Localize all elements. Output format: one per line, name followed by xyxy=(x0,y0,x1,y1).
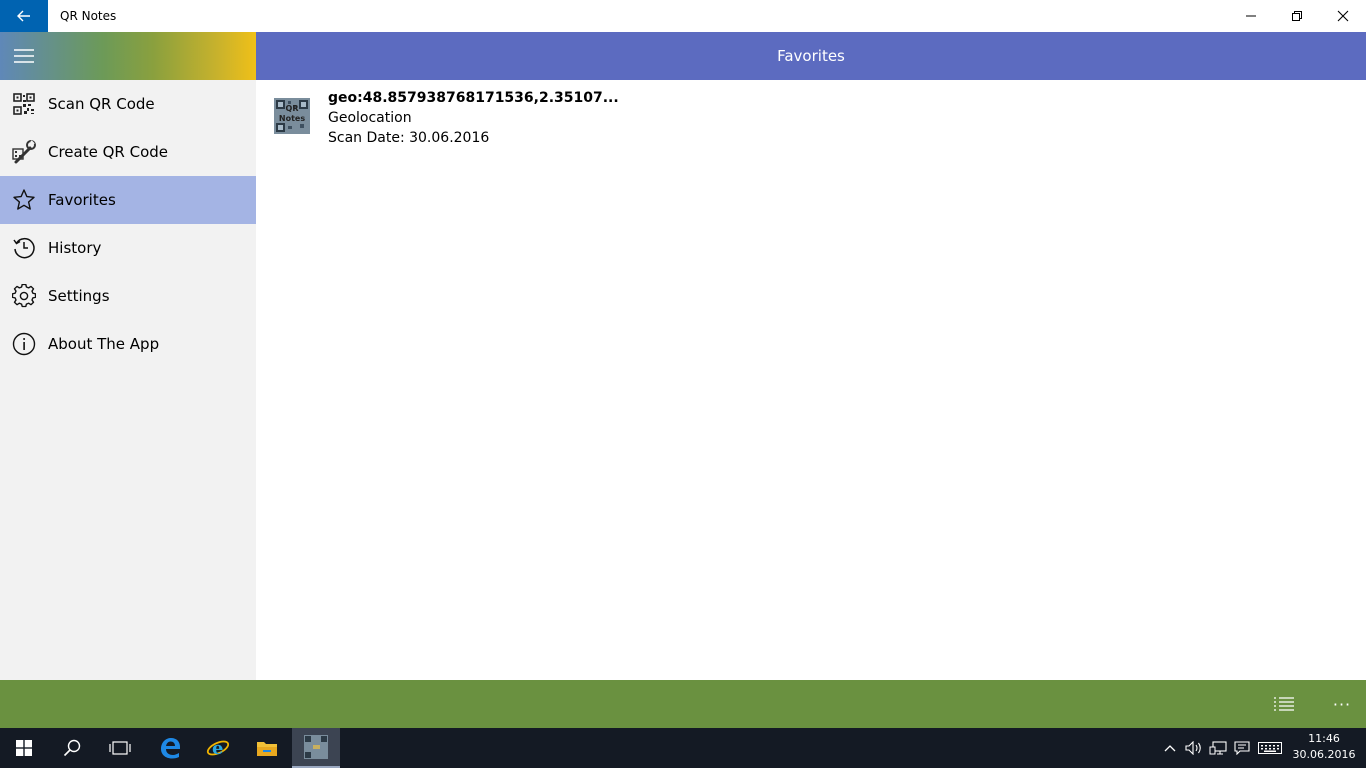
favorites-list: QR Notes geo:48.857938768171536,2.35107.… xyxy=(256,80,1366,680)
taskbar-clock[interactable]: 11:46 30.06.2016 xyxy=(1290,731,1358,763)
qr-notes-app-icon xyxy=(304,735,328,759)
sidebar-item-favorites[interactable]: Favorites xyxy=(0,176,256,224)
touch-keyboard-button[interactable] xyxy=(1256,728,1284,768)
list-icon xyxy=(1274,697,1294,711)
thumbnail-label: QR Notes xyxy=(278,104,306,123)
speaker-icon xyxy=(1185,741,1201,755)
sidebar-item-label: History xyxy=(48,239,102,257)
clock-date: 30.06.2016 xyxy=(1292,748,1356,761)
more-button[interactable]: ··· xyxy=(1318,680,1366,728)
list-item[interactable]: QR Notes geo:48.857938768171536,2.35107.… xyxy=(272,88,832,152)
file-explorer-button[interactable] xyxy=(243,728,291,768)
svg-text:e: e xyxy=(212,738,223,759)
hamburger-button[interactable] xyxy=(0,32,48,80)
qr-notes-taskbar-button[interactable] xyxy=(292,728,340,768)
page-title: Favorites xyxy=(256,32,1366,80)
clock-time: 11:46 xyxy=(1308,732,1340,745)
action-center-button[interactable] xyxy=(1230,728,1254,768)
network-icon xyxy=(1209,741,1227,755)
chevron-up-icon xyxy=(1164,745,1176,752)
sidebar: Scan QR Code Create QR Code Favorites Hi… xyxy=(0,80,256,680)
sidebar-item-label: Settings xyxy=(48,287,110,305)
windows-logo-icon xyxy=(16,740,32,756)
volume-button[interactable] xyxy=(1182,728,1206,768)
qr-scan-icon xyxy=(0,80,48,128)
edge-browser-button[interactable] xyxy=(146,728,194,768)
favorite-type: Geolocation xyxy=(328,110,412,126)
minimize-button[interactable] xyxy=(1228,0,1274,32)
start-button[interactable] xyxy=(0,728,48,768)
favorite-title: geo:48.857938768171536,2.35107... xyxy=(328,90,619,106)
sidebar-item-scan-qr-code[interactable]: Scan QR Code xyxy=(0,80,256,128)
sidebar-item-label: Create QR Code xyxy=(48,143,169,161)
select-list-button[interactable] xyxy=(1260,680,1308,728)
sidebar-item-label: About The App xyxy=(48,335,160,353)
info-icon xyxy=(0,320,48,368)
folder-icon xyxy=(257,742,277,756)
title-bar: QR Notes xyxy=(0,0,1366,32)
internet-explorer-button[interactable]: e xyxy=(194,728,242,768)
gear-icon xyxy=(0,272,48,320)
sidebar-item-about[interactable]: About The App xyxy=(0,320,256,368)
edge-icon xyxy=(161,738,180,759)
qr-wrench-icon xyxy=(0,128,48,176)
show-hidden-icons-button[interactable] xyxy=(1158,728,1182,768)
close-icon xyxy=(1337,10,1349,22)
task-view-icon xyxy=(109,741,131,755)
favorite-scan-date: Scan Date: 30.06.2016 xyxy=(328,130,490,146)
sidebar-item-create-qr-code[interactable]: Create QR Code xyxy=(0,128,256,176)
minimize-icon xyxy=(1246,15,1256,17)
back-button[interactable] xyxy=(0,0,48,32)
sidebar-item-label: Favorites xyxy=(48,191,116,209)
hamburger-icon xyxy=(14,49,34,63)
notification-icon xyxy=(1234,741,1250,755)
sidebar-item-history[interactable]: History xyxy=(0,224,256,272)
sidebar-item-settings[interactable]: Settings xyxy=(0,272,256,320)
restore-icon xyxy=(1292,11,1302,21)
taskbar: e 11:46 30.06.2016 xyxy=(0,728,1366,768)
keyboard-icon xyxy=(1258,742,1282,754)
bottom-app-bar: ··· xyxy=(0,680,1366,728)
internet-explorer-icon: e xyxy=(206,738,230,759)
task-view-button[interactable] xyxy=(96,728,144,768)
restore-button[interactable] xyxy=(1274,0,1320,32)
history-icon xyxy=(0,224,48,272)
network-button[interactable] xyxy=(1206,728,1230,768)
search-icon xyxy=(63,739,81,757)
qr-notes-thumbnail: QR Notes xyxy=(274,98,310,134)
sidebar-item-label: Scan QR Code xyxy=(48,95,155,113)
app-title: QR Notes xyxy=(60,9,117,23)
nav-pane-header xyxy=(0,32,256,80)
star-icon xyxy=(0,176,48,224)
search-button[interactable] xyxy=(48,728,96,768)
close-button[interactable] xyxy=(1320,0,1366,32)
back-arrow-icon xyxy=(17,10,30,22)
